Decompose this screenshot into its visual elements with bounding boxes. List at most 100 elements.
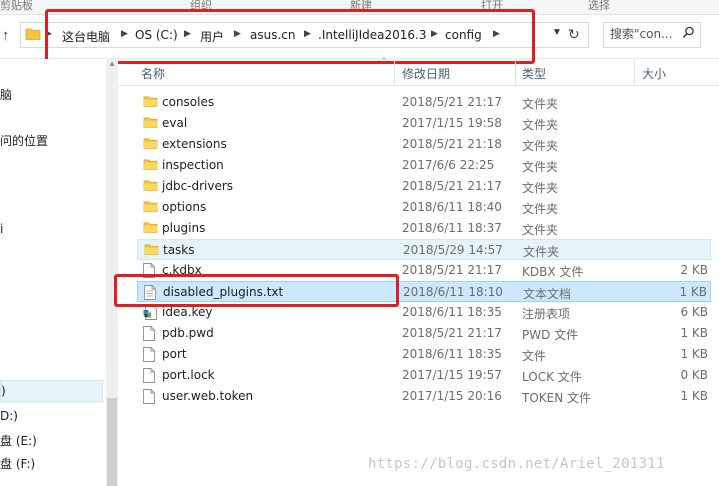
folder-icon [143, 158, 158, 172]
file-type: 文件夹 [522, 97, 559, 111]
file-type: 文件 [522, 349, 547, 363]
file-size: 1 KB [680, 389, 708, 403]
file-type: KDBX 文件 [522, 265, 584, 279]
folder-icon [143, 137, 158, 151]
ribbon-label-clipboard[interactable]: 剪贴板 [0, 0, 33, 13]
folder-icon [144, 243, 159, 257]
refresh-icon[interactable]: ↻ [568, 26, 580, 43]
folder-icon [143, 95, 158, 109]
file-name: inspection [162, 158, 224, 172]
file-name: port.lock [162, 368, 215, 382]
file-date: 2017/1/15 19:57 [402, 368, 502, 382]
file-name: idea.key [162, 305, 213, 319]
file-row[interactable]: consoles 2018/5/21 21:17 文件夹 [137, 92, 711, 113]
file-name: options [162, 200, 207, 214]
file-date: 2018/6/11 18:35 [402, 347, 502, 361]
file-type: 文件夹 [522, 181, 559, 195]
file-row[interactable]: jdbc-drivers 2018/5/21 21:17 文件夹 [137, 176, 711, 197]
file-icon [143, 368, 157, 383]
up-arrow-icon[interactable]: ↑ [2, 27, 10, 44]
folder-icon [143, 179, 158, 193]
file-highlight-box [114, 274, 399, 307]
file-row[interactable]: plugins 2018/6/11 18:37 文件夹 [137, 218, 711, 239]
folder-icon [143, 221, 158, 235]
nav-item-selected[interactable]: ) [0, 380, 103, 402]
column-divider[interactable] [394, 59, 395, 85]
file-date: 2017/6/6 22:25 [402, 158, 495, 172]
file-type: TOKEN 文件 [522, 391, 592, 405]
file-icon [143, 389, 157, 404]
file-row[interactable]: extensions 2018/5/21 21:18 文件夹 [137, 134, 711, 155]
column-header-size[interactable]: 大小 [642, 65, 666, 82]
file-size: 1 KB [679, 285, 707, 299]
column-header-type[interactable]: 类型 [522, 65, 546, 82]
watermark-text: https://blog.csdn.net/Ariel_201311 [368, 456, 665, 472]
navigation-pane: 脑 问的位置 i ) D:) 盘 (E:) 盘 (F:) [0, 59, 107, 486]
file-date: 2018/5/21 21:18 [402, 137, 502, 151]
ribbon-label-select[interactable]: 选择 [588, 0, 610, 13]
address-highlight-box [45, 9, 535, 64]
column-header-date[interactable]: 修改日期 [402, 65, 450, 82]
file-row[interactable]: inspection 2017/6/6 22:25 文件夹 [137, 155, 711, 176]
file-date: 2018/5/21 21:17 [402, 326, 502, 340]
nav-item-drive-e[interactable]: 盘 (E:) [0, 432, 37, 449]
file-type: 文件夹 [522, 118, 559, 132]
file-name: jdbc-drivers [162, 179, 234, 193]
file-size: 0 KB [680, 368, 708, 382]
file-name: pdb.pwd [162, 326, 214, 340]
file-icon [143, 326, 157, 341]
registry-file-icon [143, 305, 157, 320]
file-row[interactable]: pdb.pwd 2018/5/21 21:17 PWD 文件 1 KB [137, 323, 711, 344]
file-date: 2018/6/11 18:40 [402, 200, 502, 214]
nav-item-label: ) [1, 384, 6, 398]
file-name: tasks [163, 243, 195, 257]
file-size: 6 KB [680, 305, 708, 319]
nav-scrollbar[interactable]: ▲ [106, 59, 118, 486]
search-box[interactable] [603, 22, 701, 48]
nav-item-network-locations[interactable]: 问的位置 [0, 132, 48, 149]
file-type: 文件夹 [522, 160, 559, 174]
file-date: 2018/6/11 18:37 [402, 221, 502, 235]
file-date: 2017/1/15 20:16 [402, 389, 502, 403]
search-icon[interactable] [682, 26, 695, 39]
file-type: 文件夹 [522, 139, 559, 153]
file-type: LOCK 文件 [522, 370, 582, 384]
file-row[interactable]: port 2018/6/11 18:35 文件 1 KB [137, 344, 711, 365]
search-input[interactable] [610, 27, 676, 41]
file-name: consoles [162, 95, 215, 109]
column-divider[interactable] [634, 59, 635, 85]
file-size: 1 KB [680, 326, 708, 340]
file-type: 文本文档 [523, 287, 572, 301]
file-row[interactable]: eval 2017/1/15 19:58 文件夹 [137, 113, 711, 134]
file-size: 1 KB [680, 347, 708, 361]
sort-caret-icon: ^ [382, 56, 386, 65]
file-type: 文件夹 [523, 245, 560, 259]
nav-item-this-pc[interactable]: 脑 [0, 86, 12, 103]
scroll-up-icon[interactable]: ▲ [108, 59, 116, 68]
file-name: eval [162, 116, 188, 130]
chevron-down-icon[interactable]: ▼ [552, 27, 562, 38]
file-row[interactable]: user.web.token 2017/1/15 20:16 TOKEN 文件 1 K… [137, 386, 711, 407]
column-header-name[interactable]: 名称 [141, 65, 165, 82]
file-row[interactable]: tasks 2018/5/29 14:57 文件夹 [137, 239, 711, 260]
nav-item-drive-d[interactable]: D:) [0, 409, 18, 423]
file-icon [143, 347, 157, 362]
folder-icon [143, 200, 158, 214]
column-divider[interactable] [515, 59, 516, 85]
nav-item-truncated[interactable]: i [0, 222, 3, 236]
file-type: 文件夹 [522, 223, 559, 237]
nav-item-drive-f[interactable]: 盘 (F:) [0, 455, 35, 472]
file-date: 2018/5/29 14:57 [403, 243, 503, 257]
folder-icon [143, 116, 158, 130]
file-date: 2018/5/21 21:17 [402, 179, 502, 193]
scrollbar-thumb[interactable] [107, 398, 117, 486]
file-date: 2018/6/11 18:35 [402, 305, 502, 319]
file-date: 2018/6/11 18:10 [403, 285, 503, 299]
file-name: plugins [162, 221, 206, 235]
file-type: 文件夹 [522, 202, 559, 216]
file-row[interactable]: options 2018/6/11 18:40 文件夹 [137, 197, 711, 218]
folder-icon [25, 28, 41, 40]
file-size: 2 KB [680, 263, 708, 277]
file-row[interactable]: port.lock 2017/1/15 19:57 LOCK 文件 0 KB [137, 365, 711, 386]
file-name: extensions [162, 137, 227, 151]
